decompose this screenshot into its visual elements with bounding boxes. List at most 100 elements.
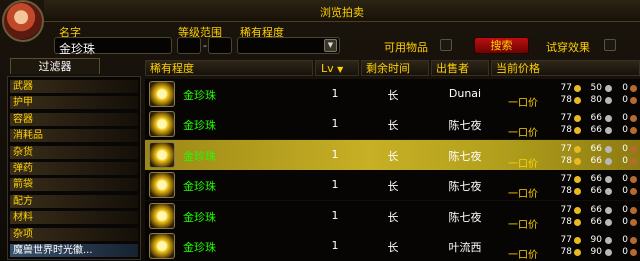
item-level: 1 [331,239,339,252]
filter-item[interactable]: 材料 [10,211,138,225]
item-name: 金珍珠 [183,89,216,102]
gold-coin-icon [574,188,581,196]
silver-coin-icon [605,115,612,123]
copper-coin-icon [630,218,637,226]
silver-amount: 66 [590,186,602,197]
copper-coin-icon [630,115,637,123]
filter-item[interactable]: 护甲 [10,96,138,110]
gold-coin-icon [574,127,581,135]
copper-coin-icon [630,176,637,184]
filter-item[interactable]: 配方 [10,194,138,208]
column-header-seller[interactable]: 出售者 [431,60,489,76]
column-header-time-left[interactable]: 剩余时间 [361,60,429,76]
silver-coin-icon [605,97,612,104]
level-header-label: Lv [321,62,334,75]
filter-item[interactable]: 武器 [10,80,138,93]
gold-coin-icon [574,97,581,104]
copper-amount: 0 [622,186,628,197]
gold-amount: 78 [560,247,572,257]
silver-coin-icon [605,157,612,165]
gold-coin-icon [574,157,581,165]
search-button[interactable]: 搜索 [474,37,529,54]
time-left: 长 [387,210,399,224]
max-level-input[interactable] [208,37,232,54]
seller-name: 陈七夜 [448,119,482,133]
gold-pearl-icon[interactable] [149,202,175,229]
gold-pearl-icon[interactable] [149,233,175,259]
listing-row[interactable]: 金珍珠 1 长 陈七夜 一口价 77 66 0 78 66 0 [145,139,640,170]
listing-row[interactable]: 金珍珠 1 长 陈七夜 一口价 77 66 0 78 66 0 [145,200,640,231]
listing-row[interactable]: 金珍珠 1 长 叶流西 一口价 77 90 0 78 90 0 [145,231,640,261]
copper-amount: 0 [622,143,628,154]
copper-coin-icon [630,249,637,256]
copper-coin-icon [630,206,637,214]
silver-amount: 66 [590,216,602,227]
buyout-label: 一口价 [508,250,538,261]
column-header-level[interactable]: Lv ▼ [315,60,359,76]
copper-amount: 0 [622,83,628,93]
time-left: 长 [387,241,399,254]
filter-category-list: 武器护甲容器消耗品杂货弹药箭袋配方材料杂项魔兽世界时光徽... [7,76,141,260]
time-left: 长 [387,180,399,194]
name-search-input[interactable]: 金珍珠 [54,37,172,56]
gold-amount: 77 [560,143,572,154]
window-title: 浏览拍卖 [320,6,364,19]
filter-item[interactable]: 杂货 [10,145,138,159]
silver-amount: 66 [590,125,602,136]
filter-item[interactable]: 消耗品 [10,129,138,143]
copper-coin-icon [630,237,637,244]
column-header-current-price[interactable]: 当前价格 [491,60,640,76]
column-header-rarity[interactable]: 稀有程度 [145,60,313,76]
try-on-checkbox[interactable] [604,39,616,51]
bid-price: 77 50 0 [550,82,640,94]
silver-coin-icon [605,206,612,214]
buyout-label: 一口价 [508,98,538,109]
item-name: 金珍珠 [183,180,216,194]
silver-coin-icon [605,188,612,196]
copper-coin-icon [630,85,637,92]
filter-item[interactable]: 箭袋 [10,178,138,192]
filters-tab[interactable]: 过滤器 [10,58,100,74]
copper-amount: 0 [622,155,628,166]
filter-item[interactable]: 魔兽世界时光徽... [10,244,138,257]
chevron-down-icon[interactable]: ▼ [324,39,337,52]
gold-coin-icon [574,115,581,123]
gold-pearl-icon[interactable] [149,172,175,199]
silver-coin-icon [605,237,612,244]
gold-coin-icon [574,145,581,153]
gold-pearl-icon[interactable] [149,141,175,168]
filter-item[interactable]: 弹药 [10,162,138,175]
title-bar: 浏览拍卖 [44,0,640,22]
item-level: 1 [331,117,339,131]
copper-amount: 0 [622,204,628,215]
listing-row[interactable]: 金珍珠 1 长 Dunai 一口价 77 50 0 78 80 0 [145,79,640,109]
listing-row[interactable]: 金珍珠 1 长 陈七夜 一口价 77 66 0 78 66 0 [145,170,640,201]
auction-house-window: 浏览拍卖 名字 金珍珠 等级范围 - 稀有程度 ▼ 可用物品 搜索 试穿效果 过… [0,0,640,261]
usable-items-checkbox[interactable] [440,39,452,51]
item-level: 1 [331,87,339,100]
filter-item[interactable]: 容器 [10,112,138,126]
character-portrait [2,0,44,42]
silver-amount: 66 [590,155,602,166]
filter-item[interactable]: 杂项 [10,227,138,241]
gold-pearl-icon[interactable] [149,81,175,107]
gold-amount: 77 [560,235,572,245]
silver-amount: 50 [590,83,602,93]
listing-row[interactable]: 金珍珠 1 长 陈七夜 一口价 77 66 0 78 66 0 [145,109,640,140]
min-level-input[interactable] [177,37,201,54]
seller-name: Dunai [448,87,482,100]
rarity-dropdown[interactable]: ▼ [237,37,340,54]
gold-amount: 77 [560,204,572,215]
gold-amount: 78 [560,125,572,136]
gold-coin-icon [574,85,581,92]
item-level: 1 [331,208,339,222]
buyout-price: 78 80 0 [550,94,640,106]
bid-price: 77 90 0 [550,234,640,246]
level-range-dash: - [203,39,207,52]
item-name: 金珍珠 [183,210,216,224]
silver-coin-icon [605,127,612,135]
gold-pearl-icon[interactable] [149,111,175,138]
gold-coin-icon [574,218,581,226]
buyout-label: 一口价 [508,219,538,231]
silver-coin-icon [605,176,612,184]
